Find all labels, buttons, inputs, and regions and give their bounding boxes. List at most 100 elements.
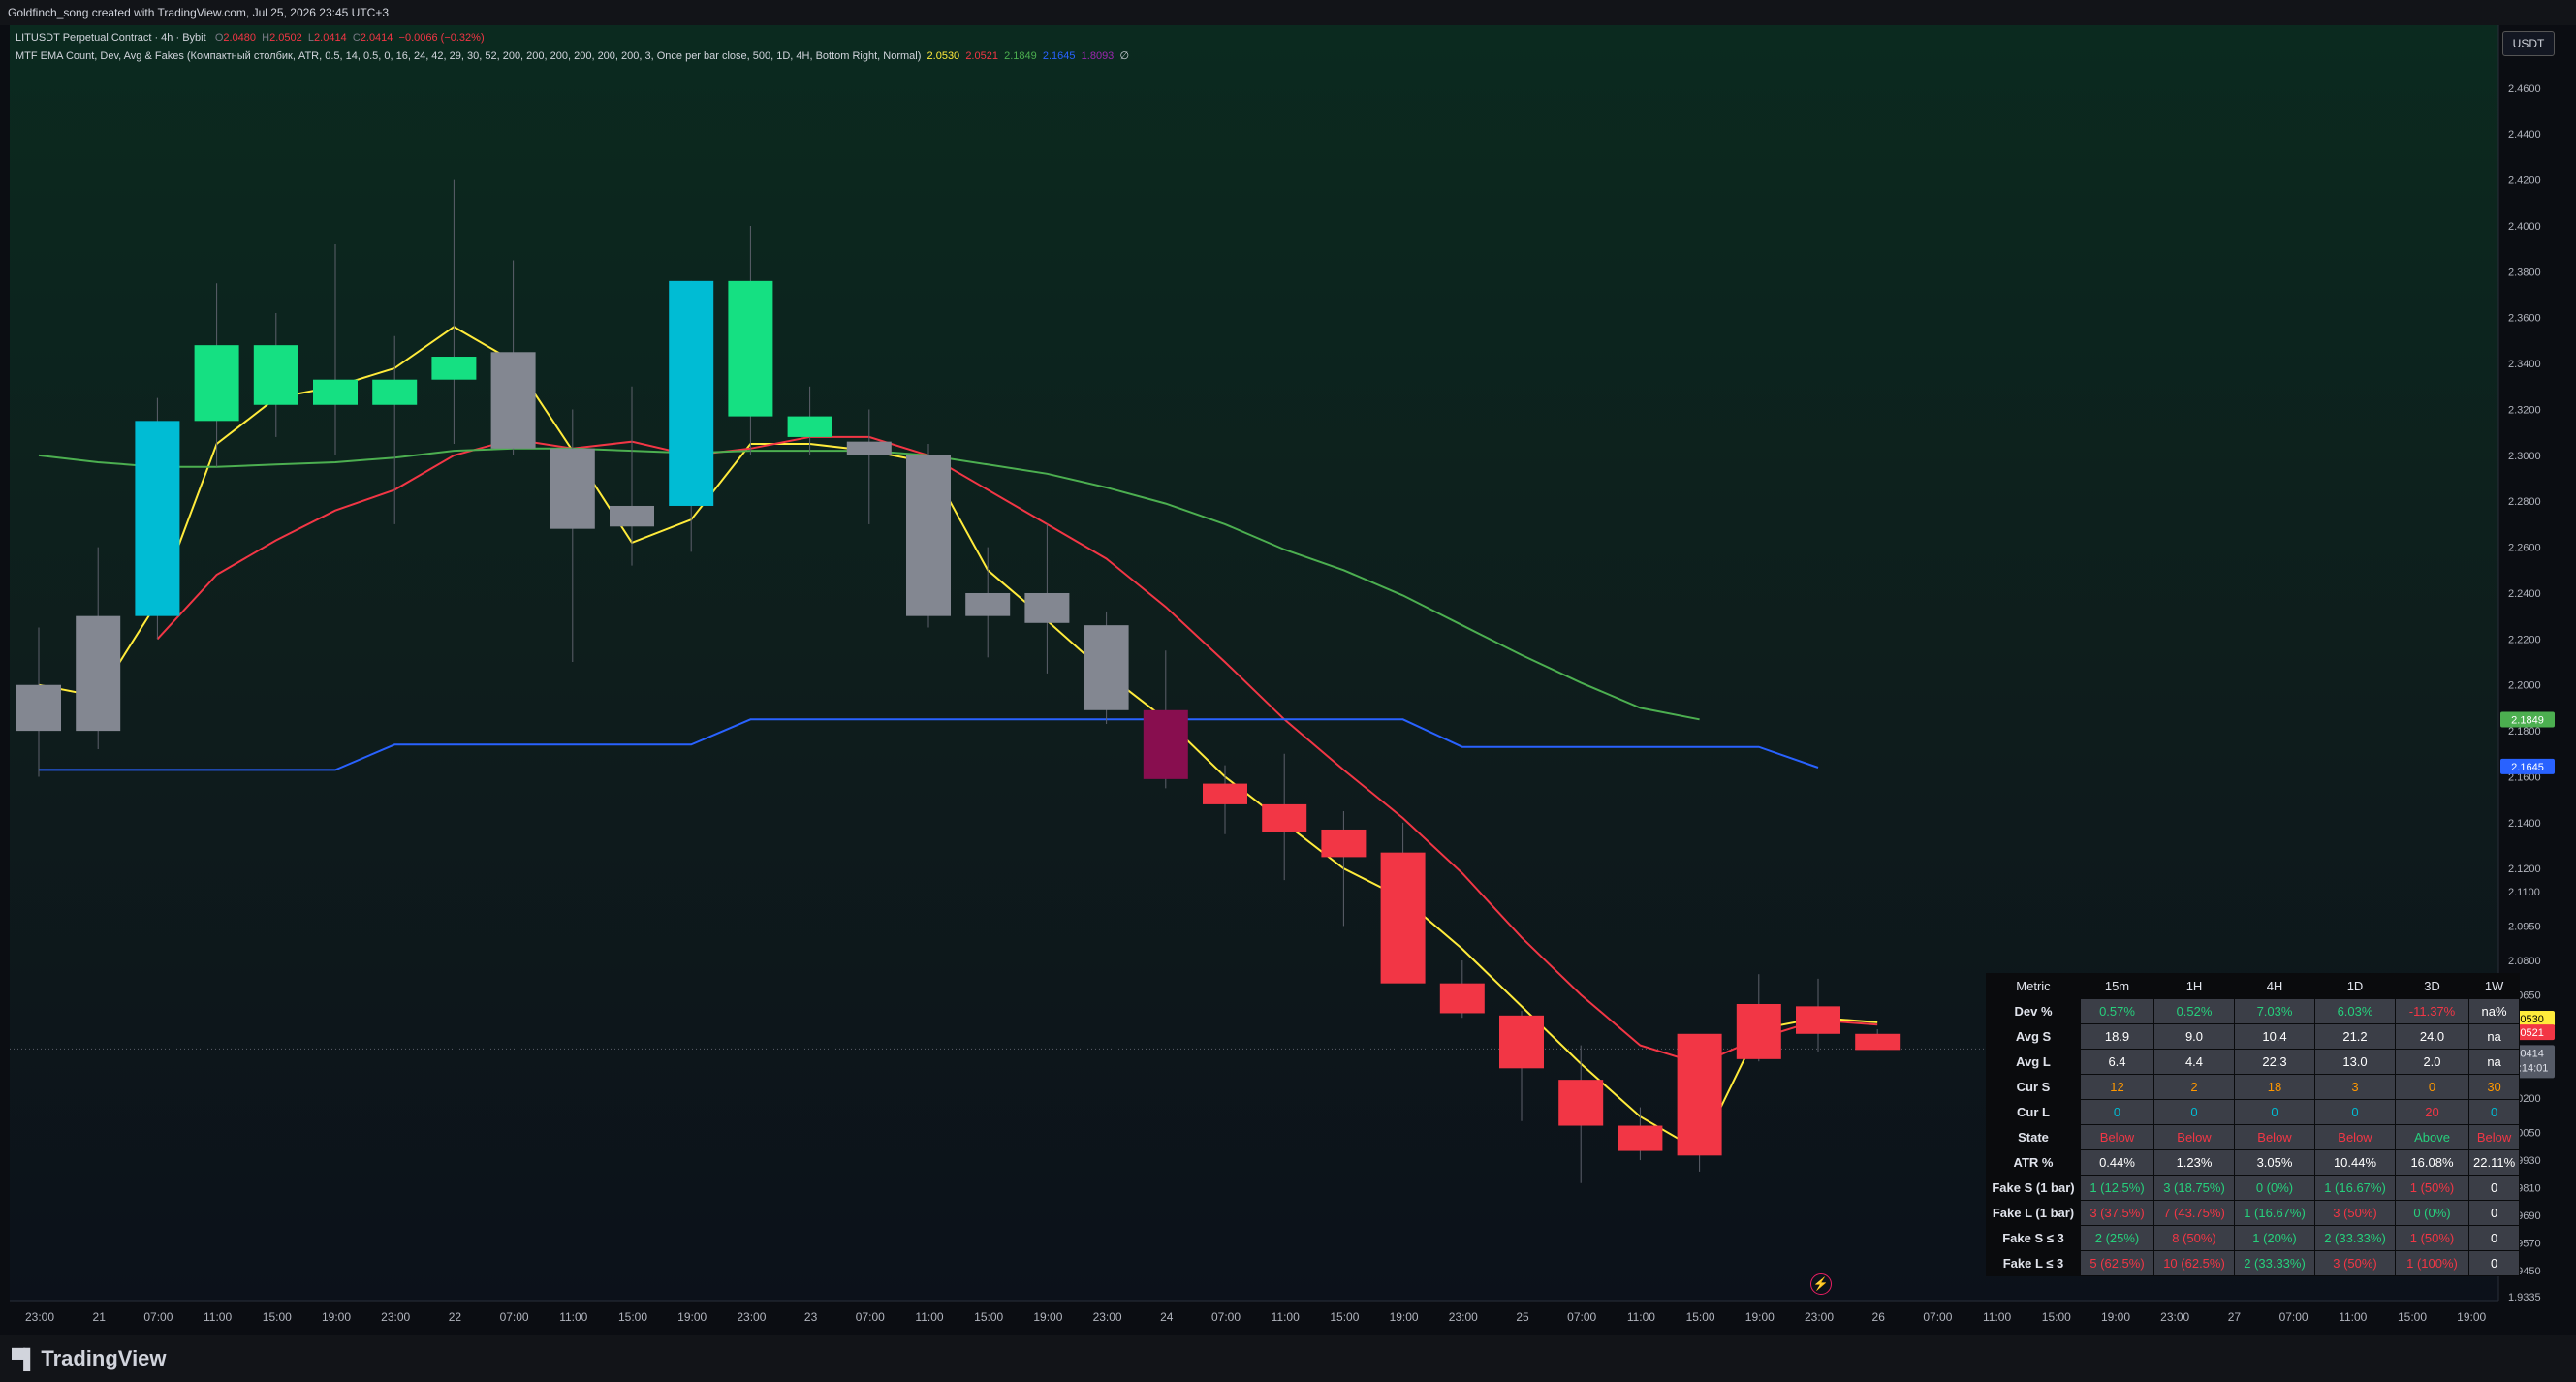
metrics-cell: 2 (33.33%)	[2314, 1225, 2396, 1251]
y-tick-label: 1.9335	[2508, 1292, 2541, 1303]
metrics-row: Cur S 12 2 18 3 0 30	[1986, 1074, 2521, 1100]
candle-body	[787, 416, 832, 437]
metrics-cell: 8 (50%)	[2153, 1225, 2235, 1251]
candle-body	[1203, 783, 1247, 804]
x-tick-label: 23:00	[25, 1310, 54, 1324]
currency-button[interactable]: USDT	[2502, 31, 2555, 56]
metrics-cell: 22.11%	[2467, 1149, 2521, 1176]
x-tick-label: 23:00	[2160, 1310, 2189, 1324]
indicator-value-2: 2.0521	[965, 50, 998, 62]
y-tick-label: 2.1800	[2508, 726, 2541, 738]
metrics-cell: Above	[2395, 1124, 2469, 1150]
metrics-cell: 2 (25%)	[2080, 1225, 2154, 1251]
metrics-cell: 7 (43.75%)	[2153, 1200, 2235, 1226]
candle-body	[1499, 1015, 1544, 1069]
change-value: −0.0066 (−0.32%)	[398, 32, 485, 44]
candle-body	[1736, 1003, 1781, 1059]
metrics-cell: 7.03%	[2234, 998, 2315, 1024]
metrics-row-label: Avg L	[1986, 1049, 2081, 1075]
y-tick-label: 2.3200	[2508, 404, 2541, 416]
y-tick-label: 2.4600	[2508, 83, 2541, 95]
x-tick-label: 15:00	[2042, 1310, 2071, 1324]
metrics-row-label: Fake S (1 bar)	[1986, 1175, 2081, 1201]
metrics-cell: 16.08%	[2395, 1149, 2469, 1176]
metrics-cell: 18.9	[2080, 1023, 2154, 1050]
high-value: 2.0502	[269, 32, 302, 44]
x-tick-label: 23:00	[737, 1310, 766, 1324]
metrics-cell: Below	[2080, 1124, 2154, 1150]
metrics-row-label: Cur L	[1986, 1099, 2081, 1125]
candle-body	[906, 455, 951, 616]
metrics-cell: 1 (50%)	[2395, 1225, 2469, 1251]
metrics-cell: 1 (20%)	[2234, 1225, 2315, 1251]
metrics-cell: 2 (33.33%)	[2234, 1250, 2315, 1276]
x-tick-label: 19:00	[2457, 1310, 2486, 1324]
metrics-cell: 10.44%	[2314, 1149, 2396, 1176]
indicator-value-6: ∅	[1119, 50, 1130, 62]
y-tick-label: 2.4000	[2508, 221, 2541, 233]
y-tick-label: 2.4200	[2508, 175, 2541, 187]
low-value: 2.0414	[314, 32, 347, 44]
metrics-cell: 3 (50%)	[2314, 1250, 2396, 1276]
candle-body	[1321, 829, 1367, 858]
x-tick-label: 19:00	[2101, 1310, 2130, 1324]
metrics-cell: 5 (62.5%)	[2080, 1250, 2154, 1276]
metrics-header-row: Metric 15m 1H 4H 1D 3D 1W	[1986, 973, 2521, 999]
metrics-cell: 0 (0%)	[2395, 1200, 2469, 1226]
metrics-row: Avg S 18.9 9.0 10.4 21.2 24.0 na	[1986, 1023, 2521, 1050]
x-tick-label: 07:00	[500, 1310, 529, 1324]
metrics-row: ATR % 0.44% 1.23% 3.05% 10.44% 16.08% 22.11%	[1986, 1149, 2521, 1176]
x-tick-label: 23:00	[1093, 1310, 1122, 1324]
metrics-row-label: Fake S ≤ 3	[1986, 1225, 2081, 1251]
metrics-cell: Below	[2467, 1124, 2521, 1150]
metrics-cell: 22.3	[2234, 1049, 2315, 1075]
candle-body	[1677, 1033, 1722, 1156]
metrics-cell: 20	[2395, 1099, 2469, 1125]
metrics-cell: 3.05%	[2234, 1149, 2315, 1176]
symbol-title[interactable]: LITUSDT Perpetual Contract · 4h · Bybit	[16, 32, 206, 44]
metrics-row: Fake L ≤ 35 (62.5%) 10 (62.5%) 2 (33.33%) 3…	[1986, 1250, 2521, 1276]
indicator-legend[interactable]: MTF EMA Count, Dev, Avg & Fakes (Компакт…	[16, 49, 1129, 62]
x-tick-label: 19:00	[1390, 1310, 1419, 1324]
metrics-cell: 1.23%	[2153, 1149, 2235, 1176]
metrics-cell: 0.44%	[2080, 1149, 2154, 1176]
tradingview-logo[interactable]: ▀▌ TradingView	[12, 1341, 167, 1377]
footer-bar	[0, 1335, 2576, 1382]
candle-body	[76, 615, 121, 732]
metrics-cell: 4.4	[2153, 1049, 2235, 1075]
x-tick-label: 15:00	[1686, 1310, 1715, 1324]
metrics-cell: 6.4	[2080, 1049, 2154, 1075]
symbol-legend: LITUSDT Perpetual Contract · 4h · Bybit …	[16, 32, 485, 44]
metrics-cell: 1 (16.67%)	[2234, 1200, 2315, 1226]
lightning-icon[interactable]: ⚡	[1810, 1273, 1832, 1295]
x-tick-label: 19:00	[1745, 1310, 1775, 1324]
metrics-cell: 12	[2080, 1074, 2154, 1100]
x-tick-label: 11:00	[915, 1310, 943, 1324]
x-tick-label: 11:00	[1983, 1310, 2011, 1324]
close-value: 2.0414	[360, 32, 393, 44]
metrics-cell: 1 (12.5%)	[2080, 1175, 2154, 1201]
x-tick-label: 07:00	[1567, 1310, 1596, 1324]
y-tick-label: 2.0800	[2508, 956, 2541, 967]
metrics-cell: 1 (100%)	[2395, 1250, 2469, 1276]
metrics-row-label: Cur S	[1986, 1074, 2081, 1100]
price-tag-label: 2.1849	[2511, 715, 2544, 727]
metrics-cell: 0	[2467, 1200, 2521, 1226]
metrics-cell: 21.2	[2314, 1023, 2396, 1050]
metrics-cell: na	[2467, 1049, 2521, 1075]
metrics-row: Avg L 6.4 4.4 22.3 13.0 2.0 na	[1986, 1049, 2521, 1075]
metrics-cell: Below	[2314, 1124, 2396, 1150]
candle-body	[372, 379, 418, 405]
y-tick-label: 2.2000	[2508, 680, 2541, 692]
x-tick-label: 23	[804, 1310, 818, 1324]
candle-body	[1143, 709, 1188, 779]
metrics-cell: 0	[2467, 1250, 2521, 1276]
metrics-cell: -11.37%	[2395, 998, 2469, 1024]
metrics-cell: 10 (62.5%)	[2153, 1250, 2235, 1276]
metrics-cell: 30	[2467, 1074, 2521, 1100]
candle-body	[1439, 983, 1485, 1014]
candle-body	[1855, 1033, 1901, 1051]
x-tick-label: 11:00	[559, 1310, 587, 1324]
metrics-header-1w: 1W	[2467, 973, 2521, 999]
x-tick-label: 07:00	[1211, 1310, 1241, 1324]
